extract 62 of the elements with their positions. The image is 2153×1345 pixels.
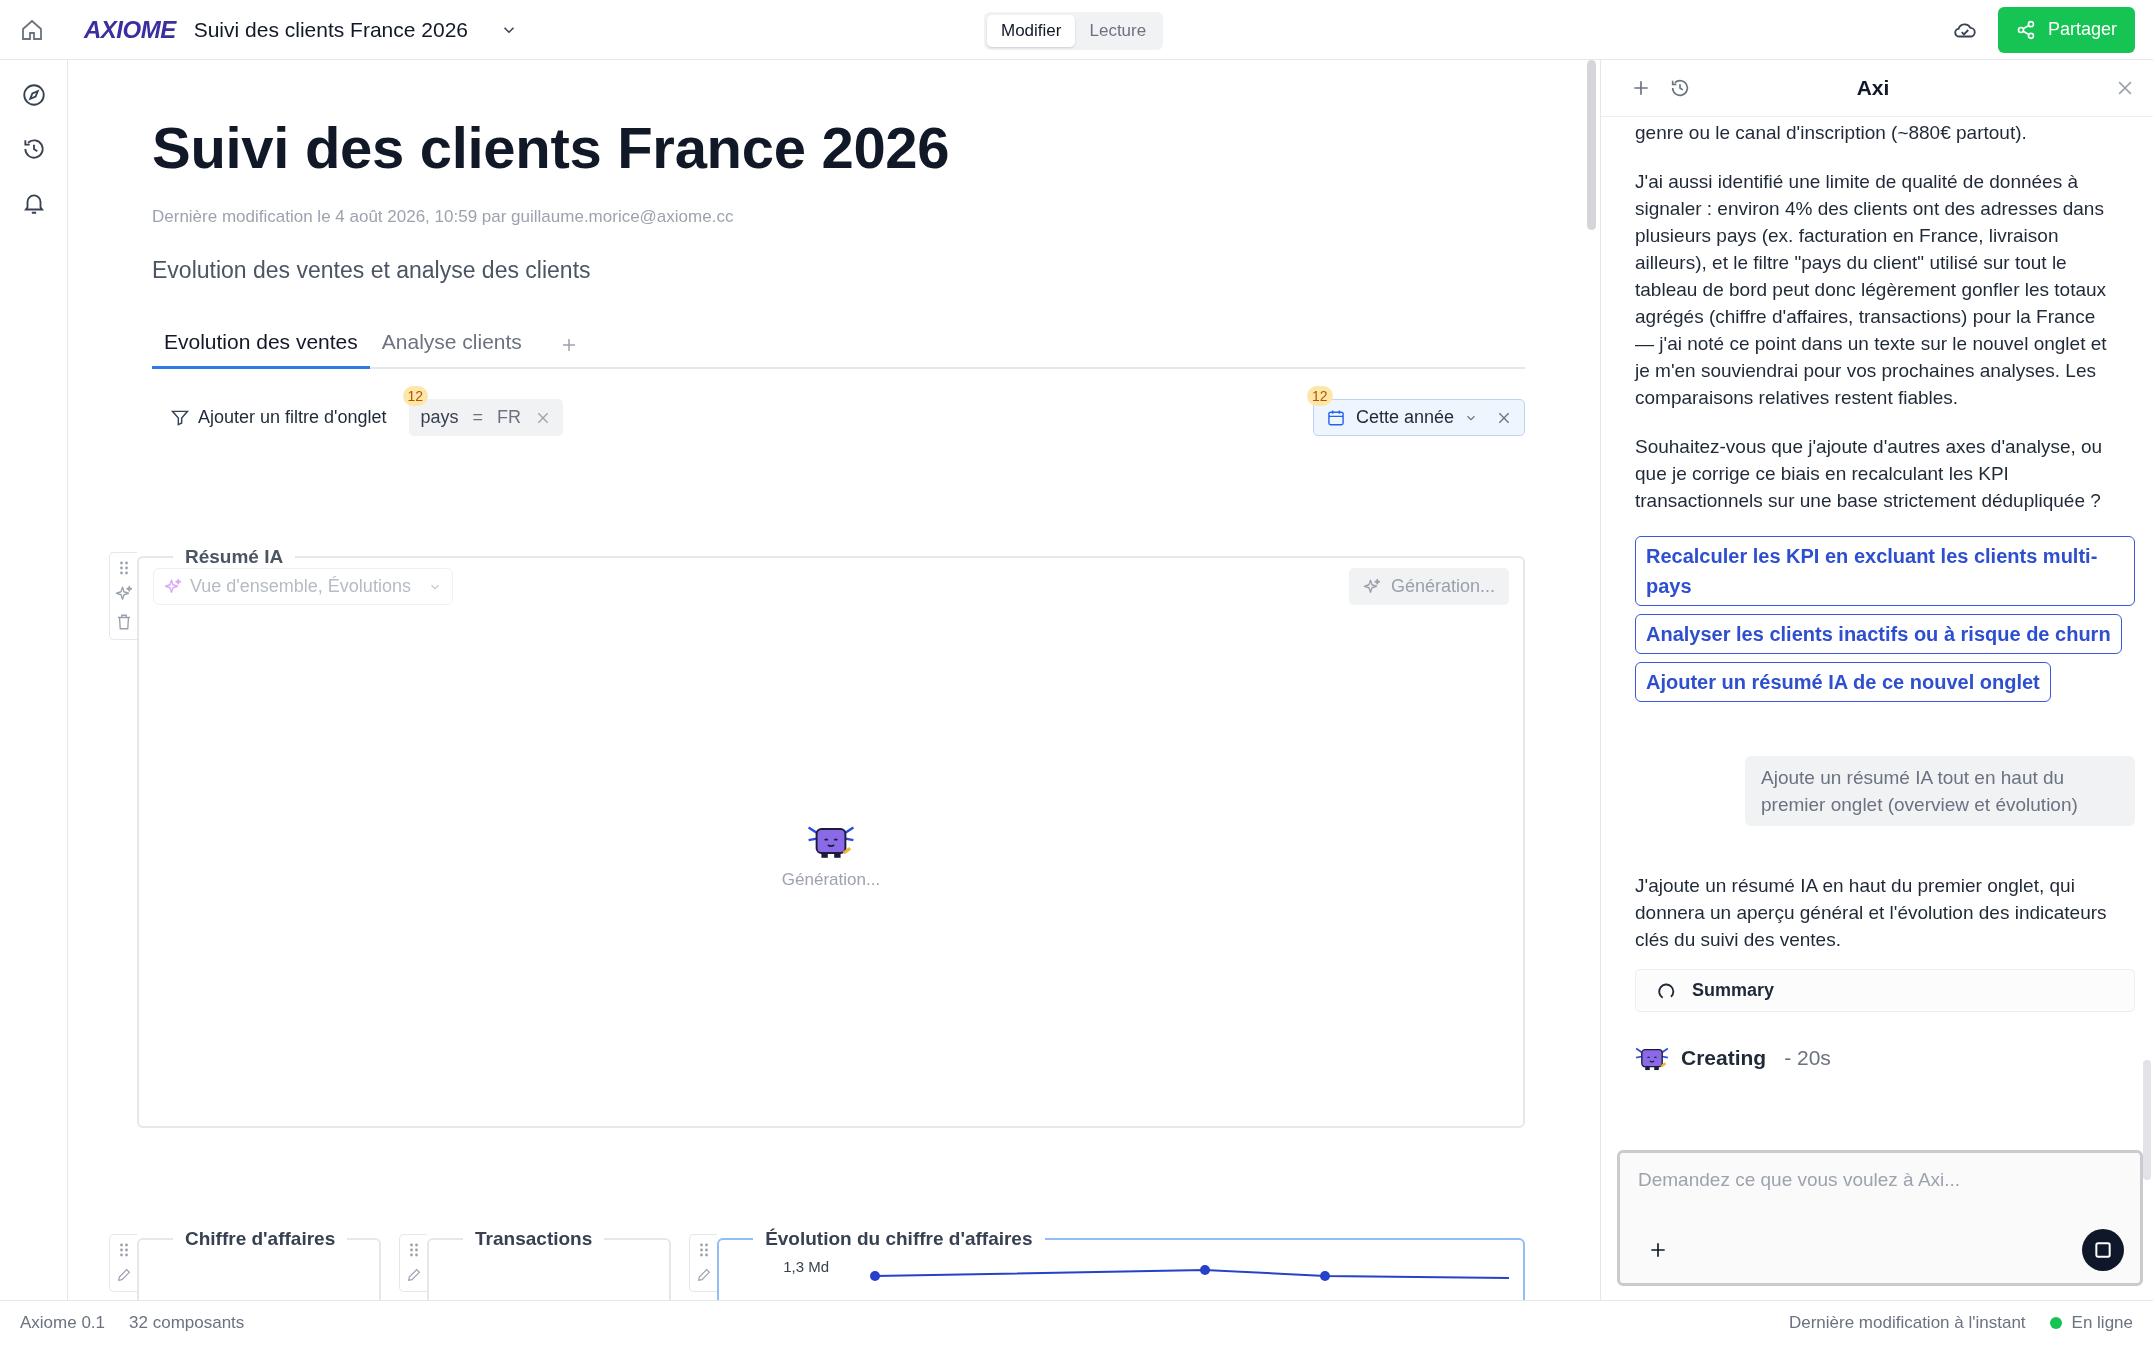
composer-panel[interactable]: Demandez ce que vous voulez à Axi...: [1617, 1150, 2143, 1286]
tool-call-card[interactable]: Summary: [1635, 969, 2135, 1012]
suggestion-button[interactable]: Recalculer les KPI en excluant les clients multi-pays: [1635, 536, 2135, 606]
user-message: Ajoute un résumé IA tout en haut du premier onglet (overview et évolution): [1745, 756, 2135, 826]
home-icon[interactable]: [20, 17, 44, 42]
assistant-message: J'ajoute un résumé IA en haut du premier onglet, qui donnera un aperçu général et l'évolution des indicateurs clés du suivi des ventes.: [1635, 874, 2108, 952]
card-title: Chiffre d'affaires: [184, 1228, 337, 1250]
assistant-message: Souhaitez-vous que j'ajoute d'autres axes d'analyse, ou que je corrige ce biais en recalculant les KPI transactionnels sur une base strictement dédupliquée ?: [1635, 435, 2104, 513]
status-text: Creating: [1681, 1045, 1767, 1070]
assistant-message: genre ou le canal d'inscription (~880€ partout).: [1635, 121, 2027, 145]
last-modified-text: Dernière modification le 4 août 2026, 10:59 par guillaume.morice@axiome.cc: [152, 207, 735, 227]
filter-field: pays: [420, 407, 459, 428]
plus-icon[interactable]: [1631, 78, 1651, 98]
stop-button[interactable]: [2082, 1229, 2124, 1271]
component-count: 32 composants: [129, 1313, 245, 1333]
suggestion-button[interactable]: Analyser les clients inactifs ou à risque de churn: [1635, 614, 2122, 654]
filter-value: FR: [497, 407, 522, 428]
page-title: Suivi des clients France 2026: [152, 114, 951, 181]
axis-label: 1,3 Md: [783, 1258, 829, 1275]
sparkle-icon: [164, 577, 182, 596]
connection-status: En ligne: [2071, 1313, 2133, 1333]
panel-title: Axi: [1855, 76, 1891, 100]
card-title: Résumé IA: [184, 546, 285, 568]
pencil-icon[interactable]: [405, 1267, 422, 1283]
logo[interactable]: AXIOME: [84, 15, 176, 44]
card-title: Évolution du chiffre d'affaires: [764, 1228, 1034, 1250]
count-badge: 12: [1306, 386, 1333, 406]
message-input[interactable]: Demandez ce que vous voulez à Axi...: [1638, 1169, 2124, 1229]
count-badge: 12: [402, 386, 429, 406]
filter-operator: =: [472, 407, 484, 428]
compass-icon[interactable]: [20, 82, 47, 108]
suggestion-button[interactable]: Ajouter un résumé IA de ce nouvel onglet: [1635, 662, 2051, 702]
mode-tab[interactable]: Modifier: [987, 15, 1076, 47]
drag-handle-icon[interactable]: [408, 1243, 419, 1257]
sparkle-icon: [114, 585, 133, 603]
scrollbar[interactable]: [1587, 60, 1596, 230]
loading-text: Génération...: [781, 869, 881, 890]
date-filter-label: Cette année: [1355, 407, 1454, 428]
stop-icon: [2093, 1240, 2113, 1260]
tool-name: Summary: [1692, 980, 1775, 1001]
assistant-message: J'ai aussi identifié une limite de qualité de données à signaler : environ 4% des clients ont des adresses dans plusieurs pays (ex. facturation en France, livraison ailleurs), et le filtre "pays du client" utilisé sur tout le tableau de bord peut donc légèrement gonfler les totaux agrégés (chiffre d'affaires, transactions) pour la France — j'ai noté ce point dans un texte sur le nouvel onglet et je m'en souviendrai pour vos prochaines analyses. Les comparaisons relatives restent fiables.: [1635, 170, 2108, 410]
add-filter-button[interactable]: Ajouter un filtre d'onglet: [164, 406, 393, 429]
pencil-icon[interactable]: [695, 1267, 712, 1283]
scrollbar[interactable]: [2143, 1060, 2151, 1180]
mode-tab[interactable]: Lecture: [1075, 15, 1161, 47]
chart-card[interactable]: Évolution du chiffre d'affaires 1,3 Md: [717, 1228, 1525, 1300]
tab[interactable]: Evolution des ventes: [152, 322, 370, 369]
pencil-icon[interactable]: [115, 1267, 132, 1283]
attach-plus-icon[interactable]: [1648, 1240, 1668, 1260]
drag-handle-icon[interactable]: [698, 1243, 709, 1257]
history-icon[interactable]: [1669, 77, 1691, 99]
share-icon: [2015, 19, 2036, 40]
page-description: Evolution des ventes et analyse des clients: [152, 257, 592, 284]
drag-handle-icon[interactable]: [118, 561, 129, 575]
save-status: Dernière modification à l'instant: [1788, 1313, 2026, 1333]
sparkle-icon: [1362, 577, 1381, 596]
card-title: Transactions: [474, 1228, 594, 1250]
version-text: Axiome 0.1: [20, 1313, 106, 1333]
document-title[interactable]: Suivi des clients France 2026: [193, 17, 468, 42]
tab[interactable]: Analyse clients: [369, 322, 534, 369]
drag-handle-icon[interactable]: [118, 1243, 129, 1257]
elapsed-time: - 20s: [1784, 1045, 1831, 1070]
